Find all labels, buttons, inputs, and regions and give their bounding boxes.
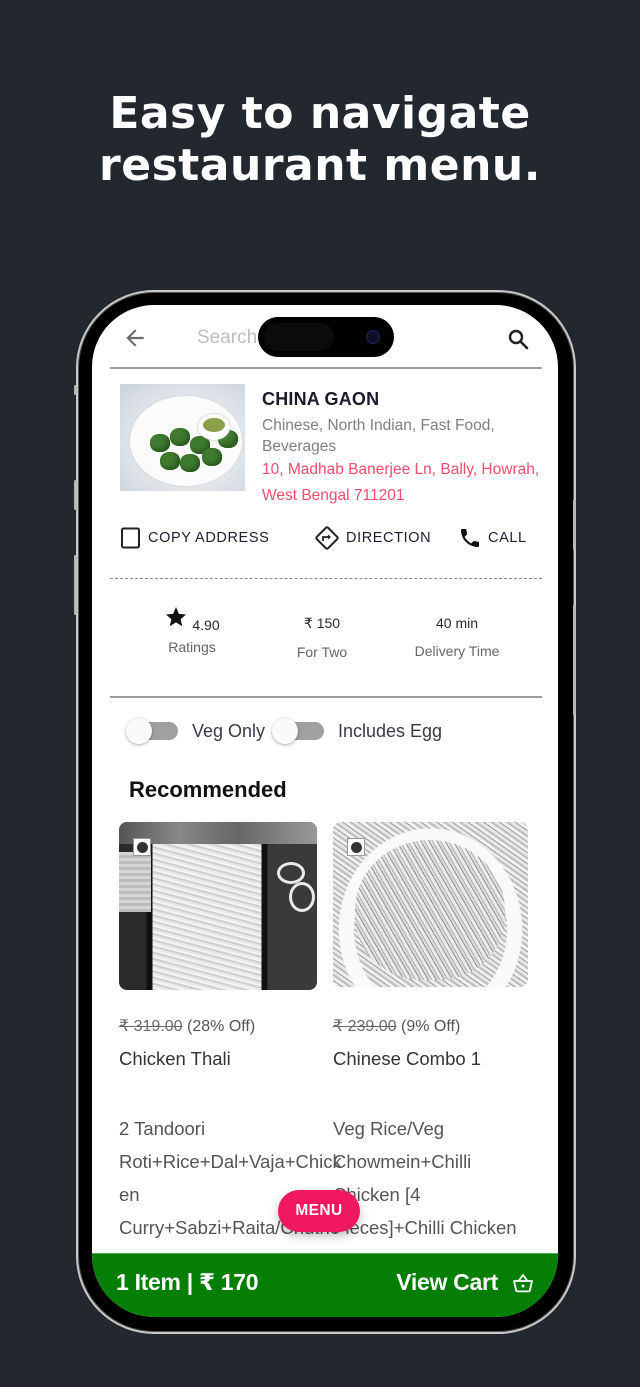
headline-line-1: Easy to navigate bbox=[109, 88, 531, 139]
item-name: Chicken Thali bbox=[119, 1048, 231, 1069]
direction-button[interactable]: DIRECTION bbox=[314, 525, 431, 551]
header-divider bbox=[110, 367, 542, 369]
dynamic-island bbox=[258, 317, 394, 357]
restaurant-image bbox=[120, 384, 245, 491]
image-detail bbox=[119, 852, 151, 912]
direction-label: DIRECTION bbox=[346, 530, 432, 546]
delivery-label: Delivery Time bbox=[414, 643, 500, 659]
front-camera bbox=[366, 330, 380, 344]
view-cart-label: View Cart bbox=[396, 1269, 498, 1295]
veg-only-toggle[interactable]: Veg Only bbox=[126, 717, 266, 745]
menu-item-card[interactable]: ₹ 239.00 (9% Off) Chinese Combo 1 Veg Ri… bbox=[333, 822, 531, 1244]
discount: (28% Off) bbox=[187, 1018, 256, 1035]
chutney-bowl bbox=[198, 414, 230, 440]
non-veg-indicator-icon bbox=[347, 838, 365, 856]
image-detail bbox=[289, 882, 315, 912]
momo-shape bbox=[170, 428, 190, 446]
indicator-dot bbox=[350, 841, 362, 853]
non-veg-indicator-icon bbox=[133, 838, 151, 856]
direction-sign-icon bbox=[315, 526, 339, 550]
item-description: Veg Rice/Veg Chowmein+Chilli Chicken [4 … bbox=[333, 1118, 517, 1238]
cart-summary: 1 Item | ₹ 170 bbox=[116, 1269, 259, 1295]
image-detail bbox=[355, 840, 505, 980]
momo-shape bbox=[202, 448, 222, 466]
momo-shape bbox=[150, 434, 170, 452]
dashed-divider bbox=[110, 578, 542, 579]
plate-shape bbox=[130, 396, 242, 486]
copy-address-label: COPY ADDRESS bbox=[148, 530, 270, 546]
chutney bbox=[203, 418, 225, 432]
arrow-left-icon[interactable] bbox=[122, 325, 148, 351]
rating-value: 4.90 bbox=[192, 617, 220, 633]
momo-shape bbox=[160, 452, 180, 470]
cost-for-two-stat: ₹ 150 For Two bbox=[277, 615, 367, 660]
volume-down-button bbox=[74, 555, 77, 615]
phone-icon bbox=[461, 529, 479, 547]
chinese-combo-image[interactable] bbox=[333, 822, 528, 987]
search-icon[interactable] bbox=[506, 327, 530, 351]
original-price: ₹ 239.00 bbox=[333, 1018, 397, 1035]
item-name: Chinese Combo 1 bbox=[333, 1048, 482, 1069]
rating-label: Ratings bbox=[168, 639, 216, 655]
cost-value: ₹ 150 bbox=[303, 615, 341, 631]
includes-egg-label: Includes Egg bbox=[338, 720, 443, 741]
toggle-thumb[interactable] bbox=[272, 718, 298, 744]
price-line: ₹ 239.00 (9% Off) bbox=[333, 1016, 531, 1036]
indicator-dot bbox=[136, 841, 148, 853]
view-cart-button[interactable]: View Cart bbox=[396, 1269, 534, 1296]
island-sensor bbox=[264, 323, 334, 351]
restaurant-address: 10, Madhab Banerjee Ln, Bally, Howrah, W… bbox=[262, 461, 540, 504]
discount: (9% Off) bbox=[401, 1018, 461, 1035]
call-button[interactable]: CALL bbox=[458, 525, 527, 551]
includes-egg-toggle[interactable]: Includes Egg bbox=[272, 717, 443, 745]
stats-divider bbox=[110, 696, 542, 698]
delivery-time-stat: 40 min Delivery Time bbox=[392, 615, 522, 659]
veg-only-label: Veg Only bbox=[192, 720, 266, 741]
restaurant-cuisine: Chinese, North Indian, Fast Food, Bevera… bbox=[262, 417, 495, 455]
delivery-value: 40 min bbox=[435, 615, 479, 631]
headline-line-2: restaurant menu. bbox=[99, 140, 541, 191]
original-price: ₹ 319.00 bbox=[119, 1018, 183, 1035]
promo-headline: Easy to navigate restaurant menu. bbox=[0, 88, 640, 192]
side-button bbox=[573, 500, 576, 550]
menu-button[interactable]: MENU bbox=[278, 1190, 360, 1232]
rating-row: 4.90 bbox=[152, 605, 232, 633]
rating-stat: 4.90 Ratings bbox=[152, 605, 232, 655]
momo-shape bbox=[180, 454, 200, 472]
star-icon bbox=[166, 607, 187, 627]
basket-icon bbox=[513, 1273, 533, 1292]
price-line: ₹ 319.00 (28% Off) bbox=[119, 1016, 317, 1036]
toggle-thumb[interactable] bbox=[126, 718, 152, 744]
view-cart-bar[interactable]: 1 Item | ₹ 170 View Cart bbox=[92, 1253, 558, 1317]
toggle-track[interactable] bbox=[272, 718, 324, 744]
toggle-track[interactable] bbox=[126, 718, 178, 744]
restaurant-name: CHINA GAON bbox=[262, 389, 380, 409]
image-detail bbox=[277, 862, 305, 884]
silent-switch bbox=[74, 385, 77, 395]
power-button bbox=[573, 605, 576, 715]
recommended-heading: Recommended bbox=[129, 777, 287, 802]
app-screen: CHINA GAON Chinese, North Indian, Fast F… bbox=[92, 305, 558, 1317]
volume-up-button bbox=[74, 480, 77, 510]
copy-square-icon bbox=[121, 527, 140, 549]
cost-label: For Two bbox=[296, 644, 348, 660]
call-label: CALL bbox=[488, 530, 527, 546]
chicken-thali-image[interactable] bbox=[119, 822, 317, 990]
copy-address-button[interactable]: COPY ADDRESS bbox=[120, 525, 269, 551]
